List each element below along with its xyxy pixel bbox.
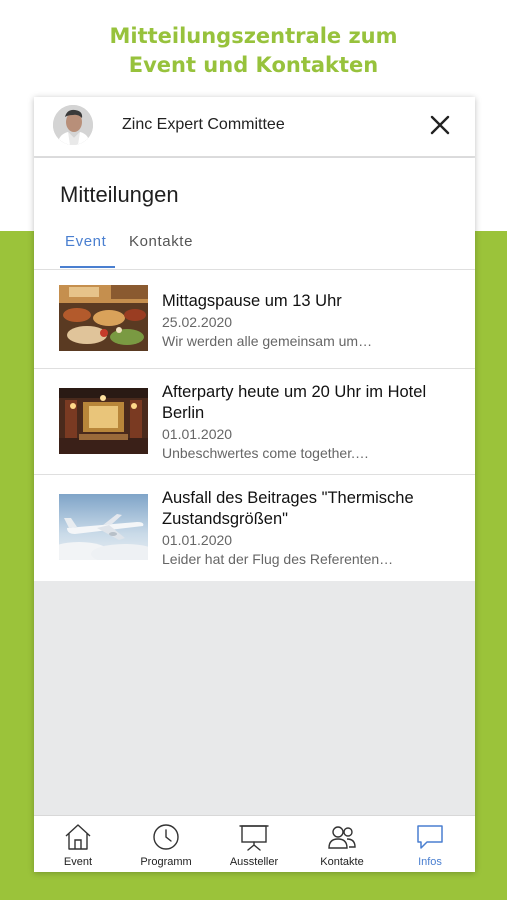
headline-line-1: Mitteilungszentrale zum (109, 24, 398, 48)
hotel-lobby-photo (59, 388, 148, 454)
buffet-photo (59, 285, 148, 351)
message-title: Ausfall des Beitrages "Thermische Zustan… (162, 489, 414, 528)
person-avatar-icon (53, 105, 93, 145)
committee-title: Zinc Expert Committee (122, 116, 285, 133)
nav-infos[interactable]: Infos (386, 816, 474, 872)
nav-label: Kontakte (320, 856, 364, 868)
tab-event[interactable]: Event (65, 233, 106, 250)
message-list: Mittagspause um 13 Uhr 25.02.2020 Wir we… (34, 270, 475, 581)
people-icon (328, 826, 356, 849)
list-item[interactable]: Mittagspause um 13 Uhr 25.02.2020 Wir we… (34, 270, 475, 369)
phone-screen: Zinc Expert Committee Mitteilungen Event… (34, 97, 475, 872)
tab-kontakte[interactable]: Kontakte (129, 233, 193, 250)
message-snippet: Wir werden alle gemeinsam um… (162, 333, 373, 349)
nav-kontakte[interactable]: Kontakte (298, 816, 386, 872)
nav-aussteller[interactable]: Aussteller (210, 816, 298, 872)
airplane-photo (59, 494, 148, 560)
nav-programm[interactable]: Programm (122, 816, 210, 872)
page-title: Mitteilungen (60, 182, 179, 207)
nav-label: Event (63, 856, 93, 868)
message-snippet: Leider hat der Flug des Referenten… (162, 551, 394, 567)
avatar[interactable] (53, 105, 93, 145)
active-tab-indicator (60, 266, 115, 268)
bottom-navigation: Event Programm Aussteller Kontakte Infos (34, 815, 475, 872)
presentation-board-icon (239, 825, 269, 851)
message-snippet: Unbeschwertes come together.… (162, 445, 369, 461)
message-date: 01.01.2020 (162, 426, 233, 442)
nav-label: Infos (418, 856, 442, 868)
headline-line-2: Event und Kontakten (128, 53, 379, 77)
close-icon (430, 115, 450, 135)
message-title: Mittagspause um 13 Uhr (162, 292, 342, 310)
home-icon (65, 824, 91, 850)
clock-icon (153, 824, 179, 850)
list-item[interactable]: Afterparty heute um 20 Uhr im Hotel Berl… (34, 369, 475, 475)
message-title: Afterparty heute um 20 Uhr im Hotel Berl… (162, 383, 427, 422)
nav-label: Aussteller (229, 856, 279, 868)
list-item[interactable]: Ausfall des Beitrages "Thermische Zustan… (34, 475, 475, 581)
message-date: 25.02.2020 (162, 314, 233, 330)
close-button[interactable] (426, 111, 454, 139)
chat-bubble-icon (417, 825, 443, 849)
nav-label: Programm (140, 856, 192, 868)
nav-event[interactable]: Event (34, 816, 122, 872)
message-date: 01.01.2020 (162, 532, 233, 548)
messages-header: Mitteilungen Event Kontakte (34, 158, 475, 270)
headline: Mitteilungszentrale zum Event und Kontak… (0, 22, 507, 80)
app-bar: Zinc Expert Committee (34, 97, 475, 157)
